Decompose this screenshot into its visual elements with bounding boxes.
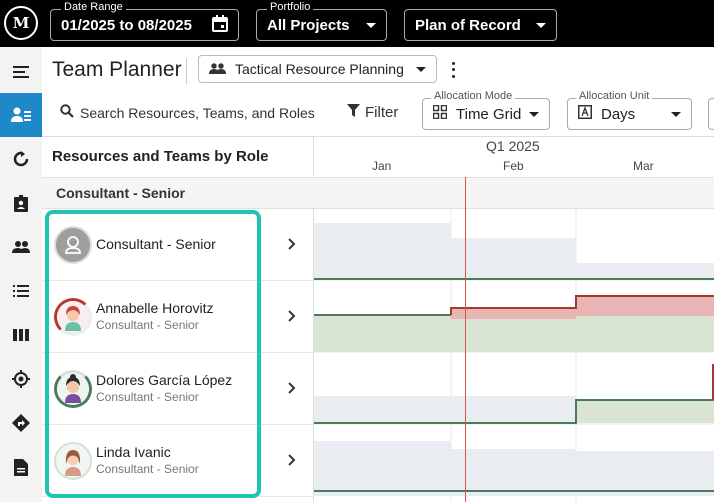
- team-planner-icon[interactable]: [0, 93, 42, 137]
- text-box-icon: [578, 105, 592, 123]
- people-icon[interactable]: [0, 225, 42, 269]
- avatar: [54, 370, 92, 408]
- allocation-unit-label: Allocation Unit: [576, 90, 653, 103]
- resource-row[interactable]: Consultant - Senior: [42, 209, 314, 281]
- avatar: [54, 298, 92, 336]
- chevron-down-icon: [536, 22, 546, 28]
- chevron-right-icon[interactable]: [288, 237, 296, 255]
- allocation-unit-value: Days: [601, 105, 636, 123]
- refresh-icon[interactable]: [0, 137, 42, 181]
- divider: [186, 58, 187, 84]
- date-range-value: 01/2025 to 08/2025: [61, 16, 192, 34]
- resource-name: Annabelle Horovitz: [96, 300, 214, 316]
- quarter-label: Q1 2025: [486, 138, 540, 154]
- portfolio-value: All Projects: [267, 16, 350, 34]
- chevron-down-icon: [416, 66, 426, 72]
- avatar: [54, 442, 92, 480]
- group-label: Consultant - Senior: [56, 185, 186, 201]
- month-label: Feb: [503, 159, 524, 173]
- month-label: Jan: [372, 159, 392, 173]
- month-label: Mar: [633, 159, 654, 173]
- capacity-block: [451, 449, 576, 496]
- portfolio-select[interactable]: Portfolio All Projects: [256, 1, 387, 41]
- columns-icon[interactable]: [0, 313, 42, 357]
- date-range-select[interactable]: Date Range 01/2025 to 08/2025: [50, 1, 239, 41]
- capacity-block: [314, 223, 451, 279]
- over-allocation-block: [576, 296, 714, 316]
- chevron-right-icon[interactable]: [288, 453, 296, 471]
- resource-name: Consultant - Senior: [96, 236, 216, 252]
- today-marker: [465, 177, 466, 502]
- allocation-mode-label: Allocation Mode: [431, 90, 516, 103]
- calendar-icon[interactable]: [212, 14, 228, 36]
- resource-name: Dolores García López: [96, 372, 233, 388]
- people-icon: [209, 61, 226, 77]
- resource-row[interactable]: Linda Ivanic Consultant - Senior: [42, 425, 314, 497]
- resource-role: Consultant - Senior: [96, 462, 199, 476]
- capacity-block: [576, 451, 714, 496]
- resource-name: Linda Ivanic: [96, 444, 171, 460]
- allocation-block: [576, 400, 714, 423]
- more-controls-edge[interactable]: [708, 98, 714, 130]
- allocation-mode-value: Time Grid: [456, 105, 522, 123]
- chevron-down-icon: [671, 111, 681, 117]
- plan-select[interactable]: Plan of Record: [404, 9, 557, 41]
- chevron-down-icon: [529, 111, 539, 117]
- resource-role: Consultant - Senior: [96, 390, 199, 404]
- date-range-label: Date Range: [61, 1, 126, 14]
- grid-icon: [432, 104, 448, 123]
- filter-label: Filter: [365, 104, 399, 121]
- top-bar: M Date Range 01/2025 to 08/2025 Portfoli…: [0, 0, 714, 47]
- resource-row[interactable]: Annabelle Horovitz Consultant - Senior: [42, 281, 314, 353]
- chevron-down-icon: [366, 22, 376, 28]
- column-header: Resources and Teams by Role: [52, 148, 269, 165]
- filter-icon: [347, 104, 360, 121]
- allocation-block: [314, 315, 451, 352]
- role-avatar: [54, 226, 92, 264]
- allocation-block: [576, 316, 714, 352]
- filter-button[interactable]: Filter: [347, 104, 398, 121]
- resource-role: Consultant - Senior: [96, 318, 199, 332]
- list-icon[interactable]: [0, 269, 42, 313]
- resource-row[interactable]: Dolores García López Consultant - Senior: [42, 353, 314, 425]
- sidebar: [0, 47, 42, 502]
- direction-icon[interactable]: [0, 401, 42, 445]
- allocation-mode-select[interactable]: Allocation Mode Time Grid: [422, 90, 550, 130]
- portfolio-label: Portfolio: [267, 1, 314, 14]
- capacity-block: [314, 396, 576, 423]
- view-select-value: Tactical Resource Planning: [235, 61, 404, 77]
- over-allocation-block: [451, 308, 576, 319]
- chevron-right-icon[interactable]: [288, 381, 296, 399]
- chevron-right-icon[interactable]: [288, 309, 296, 327]
- target-icon[interactable]: [0, 357, 42, 401]
- search-placeholder: Search Resources, Teams, and Roles: [80, 104, 315, 121]
- allocation-timeline[interactable]: [314, 209, 714, 502]
- more-options-icon[interactable]: [448, 60, 458, 80]
- capacity-block: [451, 238, 576, 279]
- document-icon[interactable]: [0, 445, 42, 489]
- search-input[interactable]: Search Resources, Teams, and Roles: [60, 104, 315, 121]
- plan-value: Plan of Record: [415, 16, 521, 34]
- page-title: Team Planner: [52, 58, 182, 81]
- app-logo[interactable]: M: [4, 6, 38, 40]
- menu-icon[interactable]: [0, 50, 42, 94]
- allocation-unit-select[interactable]: Allocation Unit Days: [567, 90, 692, 130]
- badge-icon[interactable]: [0, 181, 42, 225]
- capacity-block: [576, 263, 714, 279]
- view-select[interactable]: Tactical Resource Planning: [198, 55, 437, 83]
- grid-top-border: [42, 136, 714, 137]
- capacity-block: [314, 441, 451, 496]
- search-icon: [60, 104, 74, 121]
